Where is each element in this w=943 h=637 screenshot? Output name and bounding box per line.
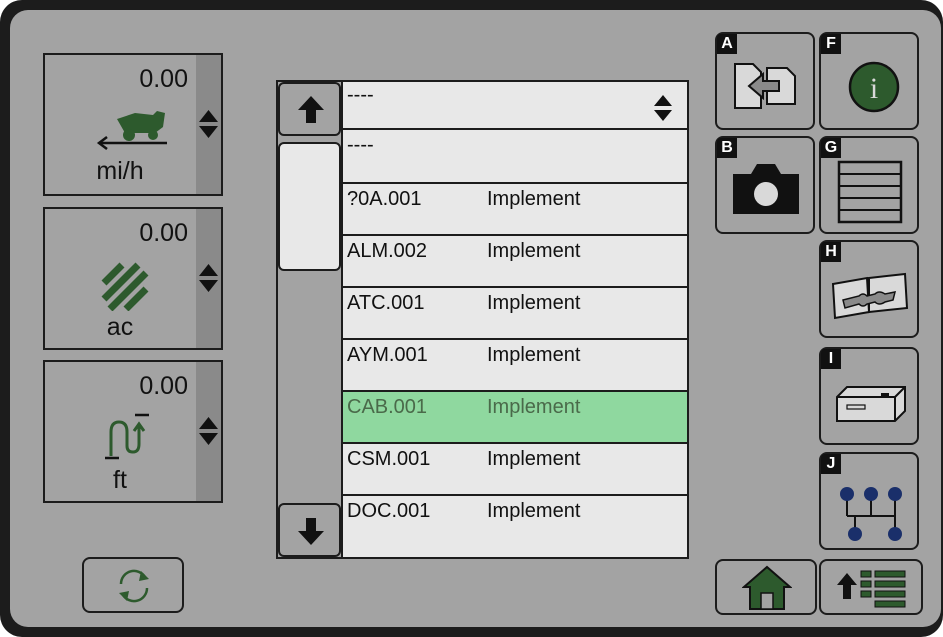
info-icon: i bbox=[848, 61, 900, 113]
distance-lift-icon bbox=[105, 413, 149, 460]
adjust-updown-icon[interactable] bbox=[196, 107, 221, 141]
softkey-letter: J bbox=[821, 454, 841, 474]
info-glyph: i bbox=[870, 72, 878, 105]
list-item[interactable]: ALM.002 Implement bbox=[343, 236, 687, 288]
item-code: ---- bbox=[347, 134, 374, 156]
list-item[interactable]: ?0A.001 Implement bbox=[343, 184, 687, 236]
item-code: AYM.001 bbox=[347, 344, 428, 366]
area-hatch-icon bbox=[101, 262, 149, 311]
softkey-letter: H bbox=[821, 242, 841, 262]
item-type: Implement bbox=[487, 240, 581, 262]
speed-readout[interactable]: 0.00 mi/h bbox=[43, 53, 223, 196]
item-type: Implement bbox=[487, 344, 581, 366]
area-readout[interactable]: 0.00 ac bbox=[43, 207, 223, 350]
softkey-letter: F bbox=[821, 34, 841, 54]
distance-value: 0.00 bbox=[139, 372, 188, 400]
dropdown-value: ---- bbox=[347, 84, 374, 106]
list-view-icon bbox=[837, 160, 903, 224]
speed-unit: mi/h bbox=[96, 157, 144, 185]
controller-box-icon bbox=[836, 386, 906, 422]
item-type: Implement bbox=[487, 500, 581, 522]
file-transfer-button[interactable]: A bbox=[715, 32, 815, 130]
speed-value: 0.00 bbox=[139, 65, 188, 93]
item-code: CAB.001 bbox=[347, 396, 428, 418]
softkey-letter: B bbox=[717, 138, 737, 158]
list-item[interactable]: AYM.001 Implement bbox=[343, 340, 687, 392]
area-unit: ac bbox=[106, 313, 134, 341]
item-code: DOC.001 bbox=[347, 500, 431, 522]
arrow-up-icon bbox=[298, 96, 324, 123]
file-transfer-icon bbox=[734, 63, 796, 109]
scroll-down-button[interactable] bbox=[278, 503, 341, 557]
item-type: Implement bbox=[487, 188, 581, 210]
softkey-letter: A bbox=[717, 34, 737, 54]
home-icon bbox=[742, 565, 792, 610]
item-type: Implement bbox=[487, 396, 581, 418]
controller-button[interactable]: I bbox=[819, 347, 919, 445]
item-code: ATC.001 bbox=[347, 292, 425, 314]
camera-icon bbox=[733, 164, 799, 214]
area-value: 0.00 bbox=[139, 219, 188, 247]
menu-up-icon bbox=[837, 570, 906, 608]
list-scrollbar[interactable] bbox=[278, 82, 343, 557]
refresh-icon bbox=[119, 569, 149, 603]
distance-unit: ft bbox=[113, 466, 127, 494]
item-code: ALM.002 bbox=[347, 240, 428, 262]
list-view-button[interactable]: G bbox=[819, 136, 919, 234]
adjust-updown-icon[interactable] bbox=[196, 414, 221, 448]
network-diagram-icon bbox=[840, 487, 902, 541]
service-manual-button[interactable]: H bbox=[819, 240, 919, 338]
item-type: Implement bbox=[487, 292, 581, 314]
list-item[interactable]: ATC.001 Implement bbox=[343, 288, 687, 340]
list-item[interactable]: CSM.001 Implement bbox=[343, 444, 687, 496]
item-code: CSM.001 bbox=[347, 448, 431, 470]
implement-list-panel: ---- ---- ?0A.001 Implement ALM.002 Impl… bbox=[276, 80, 689, 559]
arrow-down-icon bbox=[298, 518, 324, 545]
list-item-selected[interactable]: CAB.001 Implement bbox=[343, 392, 687, 444]
adjust-updown-icon[interactable] bbox=[196, 261, 221, 295]
info-button[interactable]: F i bbox=[819, 32, 919, 130]
list-item[interactable]: DOC.001 Implement bbox=[343, 496, 687, 557]
refresh-button[interactable] bbox=[82, 557, 184, 613]
home-button[interactable] bbox=[715, 559, 817, 615]
menu-button[interactable] bbox=[819, 559, 923, 615]
scroll-up-button[interactable] bbox=[278, 82, 341, 136]
display-screen: 0.00 mi/h 0.00 ac 0.00 ft ---- ---- ?0A.… bbox=[10, 10, 941, 627]
scroll-thumb[interactable] bbox=[278, 142, 341, 271]
item-code: ?0A.001 bbox=[347, 188, 422, 210]
softkey-letter: I bbox=[821, 349, 841, 369]
sort-updown-icon bbox=[654, 95, 672, 121]
network-button[interactable]: J bbox=[819, 452, 919, 550]
implement-dropdown[interactable]: ---- bbox=[343, 82, 687, 130]
camera-button[interactable]: B bbox=[715, 136, 815, 234]
item-type: Implement bbox=[487, 448, 581, 470]
distance-readout[interactable]: 0.00 ft bbox=[43, 360, 223, 503]
service-manual-icon bbox=[831, 272, 909, 320]
softkey-letter: G bbox=[821, 138, 841, 158]
list-item[interactable]: ---- bbox=[343, 130, 687, 184]
speed-harvester-icon bbox=[96, 111, 167, 150]
display-frame: 0.00 mi/h 0.00 ac 0.00 ft ---- ---- ?0A.… bbox=[0, 0, 943, 637]
